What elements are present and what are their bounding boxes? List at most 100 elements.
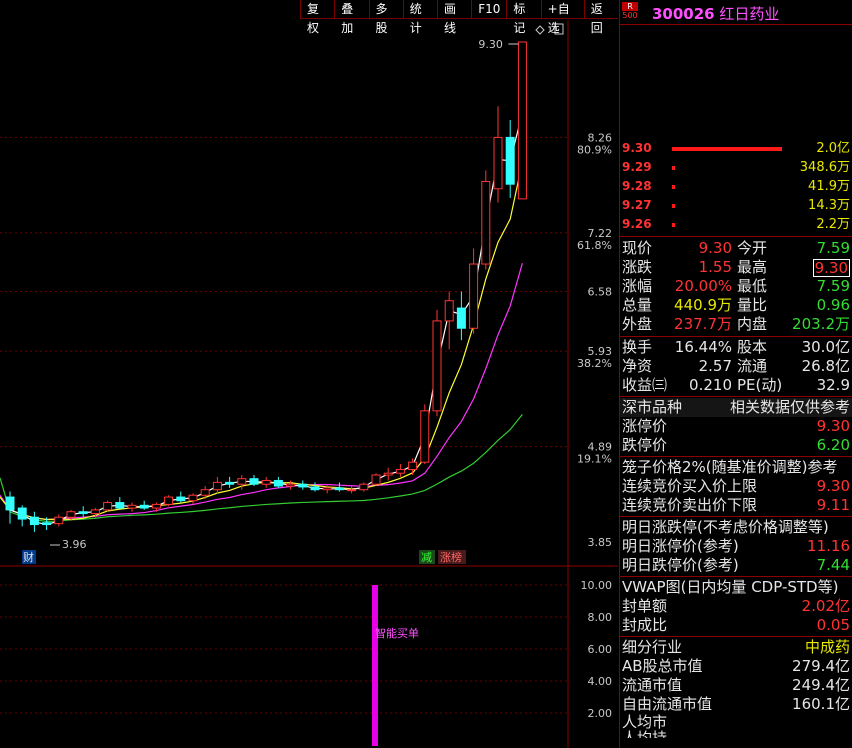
price-tick-label: 6.58 [588, 286, 613, 299]
kline-panel[interactable]: 8.26 7.22 6.58 5.93 4.89 3.85 80.9% 61.8% 38.2% 1… [0, 0, 619, 748]
ma-long-line [0, 413, 523, 523]
board-row: 深市品种 相关数据仅供参考 [620, 398, 852, 417]
toolbar-button[interactable]: 画线 [437, 0, 472, 35]
float-cap-label: 流通市值 [622, 676, 683, 694]
order-book-row: 9.29 348.6万 [620, 158, 852, 177]
seal-ratio-label: 封成比 [622, 616, 668, 634]
tomorrow-up-label: 明日涨停价(参考) [622, 537, 739, 555]
industry-block: 细分行业 中成药 AB股总市值 279.4亿 流通市值 249.4亿 自由流通市… [620, 637, 852, 739]
toolbar-button[interactable]: 叠加 [334, 0, 369, 35]
order-volume: 2.2万 [816, 217, 850, 232]
tomorrow-up-value: 11.16 [807, 537, 850, 555]
candle-body [505, 136, 515, 185]
quote-block: 现价 9.30 今开 7.59 涨跌 1.55 最高 9.30 涨幅 20.00% 最低 7.59 总量… [620, 237, 852, 337]
quote-value: 440.9万 [674, 296, 732, 314]
seal-ratio-row: 封成比 0.05 [620, 616, 852, 635]
quote-value-2: 203.2万 [792, 315, 850, 333]
indicator-tick-label: 10.00 [581, 579, 613, 592]
board-note: 相关数据仅供参考 [729, 398, 850, 416]
fundamentals-block: 换手 16.44% 股本 30.0亿 净资 2.57 流通 26.8亿 收益㈢ 0.210 PE(动… [620, 337, 852, 397]
candle-body [151, 503, 161, 509]
fund-value-2: 26.8亿 [801, 357, 850, 375]
toolbar-button[interactable]: F10 [471, 0, 507, 19]
candle-body [517, 41, 527, 200]
seal-ratio-value: 0.05 [816, 616, 850, 634]
order-volume-bar [672, 166, 675, 170]
stock-title[interactable]: 300026 红日药业 [652, 3, 779, 24]
tomorrow-down-value: 7.44 [816, 556, 850, 574]
pct-tick-label: 38.2% [577, 357, 612, 370]
industry-value[interactable]: 中成药 [805, 638, 850, 657]
candle-body [237, 478, 247, 485]
cage-buy-row: 连续竞价买入价上限 9.30 [620, 477, 852, 496]
badge-num: 500 [622, 11, 638, 20]
candle-body [66, 511, 76, 518]
order-price: 9.27 [622, 198, 652, 212]
ma-short-line [0, 161, 523, 521]
fund-value: 16.44% [674, 338, 732, 356]
quote-label-2: 内盘 [737, 315, 768, 333]
quote-label: 总量 [622, 296, 653, 314]
candle-body [481, 180, 491, 265]
quote-row: 涨幅 20.00% 最低 7.59 [620, 277, 852, 296]
quote-label-2: 量比 [737, 296, 768, 314]
tomorrow-up-row: 明日涨停价(参考) 11.16 [620, 537, 852, 556]
tomorrow-title-row: 明日涨跌停(不考虑价格调整等) [620, 518, 852, 537]
candle-body [493, 136, 503, 190]
industry-label: 细分行业 [622, 638, 683, 656]
toolbar-button[interactable]: 复权 [300, 0, 335, 35]
vwap-block: VWAP图(日内均量 CDP-STD等) 封单额 2.02亿 封成比 0.05 [620, 577, 852, 637]
ranking-marker: 涨榜 [440, 550, 462, 564]
candle-body [322, 487, 332, 491]
toolbar-button[interactable]: 标记 [506, 0, 541, 35]
quote-row: 外盘 237.7万 内盘 203.2万 [620, 315, 852, 334]
quote-label: 外盘 [622, 315, 653, 333]
candle-body [334, 487, 344, 491]
indicator-tick-label: 8.00 [588, 611, 613, 624]
candle-body [164, 496, 174, 505]
stock-code: 300026 [652, 5, 715, 23]
toolbar-button[interactable]: 统计 [402, 0, 437, 35]
candle-body [273, 480, 283, 487]
toolbar-button[interactable]: 多股 [368, 0, 403, 35]
free-cap-label: 自由流通市值 [622, 695, 713, 713]
ma-mid-line [0, 263, 523, 521]
candle-body [127, 504, 137, 509]
candle-body [371, 474, 381, 485]
quote-row: 总量 440.9万 量比 0.96 [620, 296, 852, 315]
quote-value-2: 7.59 [816, 239, 850, 257]
indicator-bar [372, 585, 378, 746]
candle-body [29, 516, 39, 526]
candle-body [347, 489, 357, 492]
order-book-row: 9.28 41.9万 [620, 177, 852, 196]
quote-value: 9.30 [698, 239, 732, 257]
order-volume: 41.9万 [808, 179, 850, 194]
pct-tick-label: 61.8% [577, 239, 612, 252]
seal-value: 2.02亿 [801, 597, 850, 615]
tomorrow-down-label: 明日跌停价(参考) [622, 556, 739, 574]
quote-label: 涨跌 [622, 258, 653, 276]
industry-row: 细分行业 中成药 [620, 638, 852, 657]
fund-label: 换手 [622, 338, 653, 356]
toolbar-button[interactable]: +自选 [540, 0, 584, 35]
ab-cap-label: AB股总市值 [622, 657, 703, 675]
header-spacer [620, 25, 852, 137]
order-book-row: 9.27 14.3万 [620, 196, 852, 215]
fund-label-2: 流通 [737, 357, 768, 375]
tomorrow-title: 明日涨跌停(不考虑价格调整等) [622, 518, 829, 536]
per-capita-label: 人均市 [622, 713, 668, 731]
ab-cap-value: 279.4亿 [792, 657, 850, 675]
high-price-label: 9.30 [478, 38, 503, 51]
toolbar-button[interactable]: 返回 [583, 0, 619, 35]
stock-header: R 500 300026 红日药业 [620, 0, 852, 25]
candle-body [286, 483, 296, 487]
kline-chart[interactable]: 8.267.226.585.934.893.8580.9%61.8%38.2%1… [0, 0, 618, 748]
fund-row: 收益㈢ 0.210 PE(动) 32.9 [620, 376, 852, 395]
quote-panel: R 500 300026 红日药业 9.30 2.0亿 9.29 348.6万 9.28… [619, 0, 852, 748]
cage-sell-label: 连续竞价卖出价下限 [622, 496, 758, 514]
candle-body [432, 320, 442, 412]
quote-label-2: 最低 [737, 277, 768, 295]
limit-down-label: 跌停价 [622, 436, 668, 454]
quote-value-2: 0.96 [816, 296, 850, 314]
indicator-label: 智能买单 [375, 626, 419, 640]
